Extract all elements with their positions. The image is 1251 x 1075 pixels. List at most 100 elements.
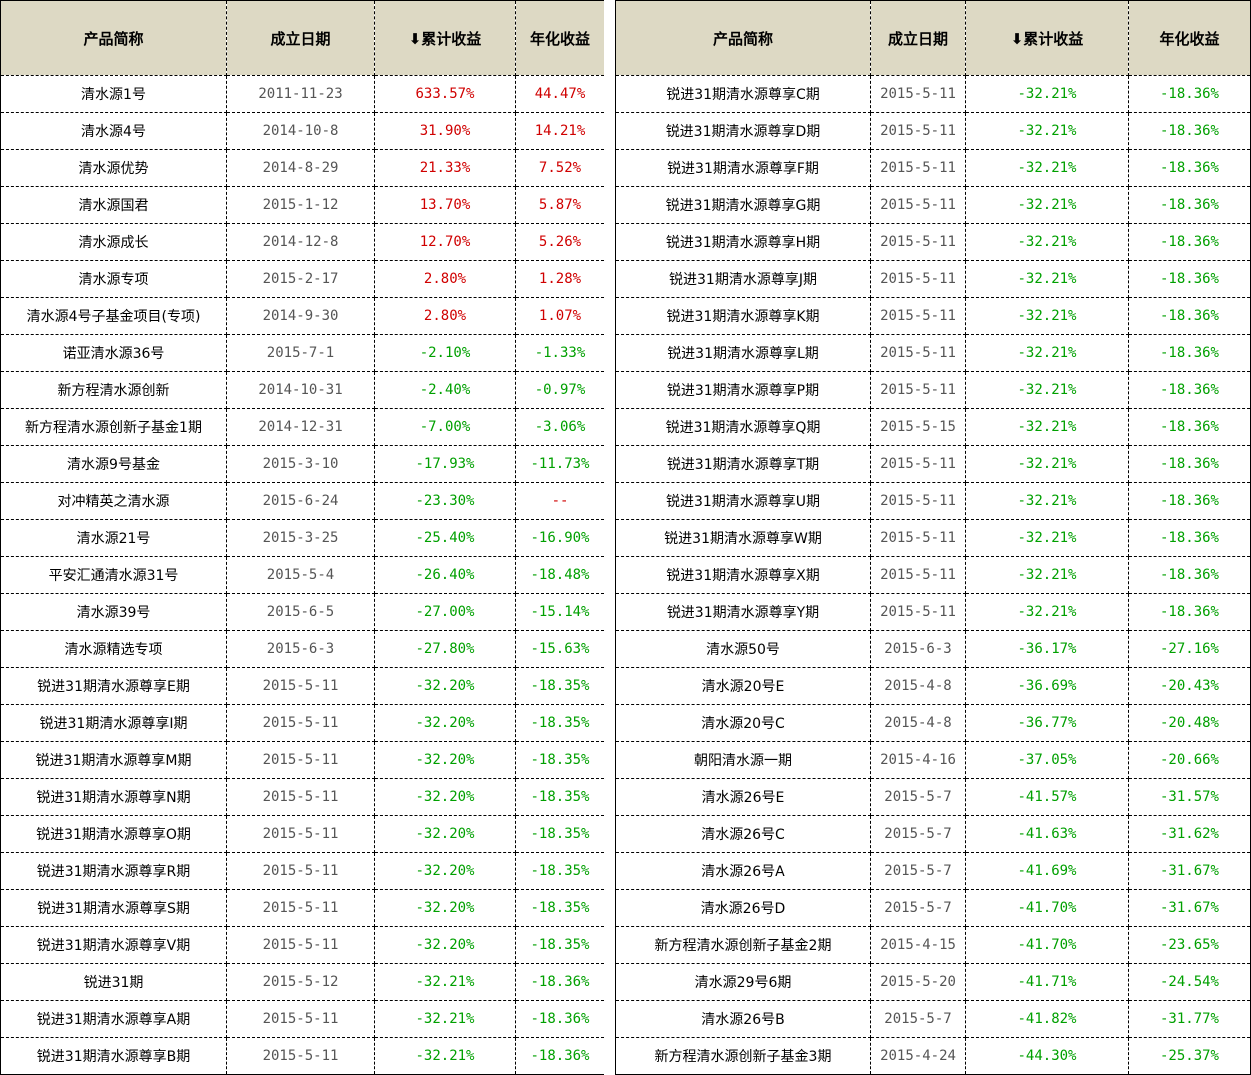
cumulative-return-cell[interactable]: -36.77% (965, 704, 1129, 742)
cumulative-return-cell[interactable]: -17.93% (374, 445, 516, 483)
table-row[interactable]: 锐进31期清水源尊享S期 2015-5-11 -32.20% -18.35% (0, 889, 605, 927)
start-date-cell[interactable]: 2015-5-11 (870, 593, 966, 631)
product-name-cell[interactable]: 清水源39号 (0, 593, 227, 631)
header-start-date[interactable]: 成立日期 (870, 0, 966, 76)
cumulative-return-cell[interactable]: -44.30% (965, 1037, 1129, 1075)
start-date-cell[interactable]: 2015-7-1 (226, 334, 375, 372)
annual-return-cell[interactable]: -31.62% (1128, 815, 1251, 853)
product-name-cell[interactable]: 清水源4号子基金项目(专项) (0, 297, 227, 335)
table-row[interactable]: 清水源26号E 2015-5-7 -41.57% -31.57% (615, 778, 1251, 816)
product-name-cell[interactable]: 锐进31期清水源尊享U期 (615, 482, 871, 520)
table-row[interactable]: 锐进31期 2015-5-12 -32.21% -18.36% (0, 963, 605, 1001)
start-date-cell[interactable]: 2015-5-11 (226, 815, 375, 853)
table-row[interactable]: 锐进31期清水源尊享A期 2015-5-11 -32.21% -18.36% (0, 1000, 605, 1038)
annual-return-cell[interactable]: -18.35% (515, 889, 605, 927)
start-date-cell[interactable]: 2015-5-7 (870, 778, 966, 816)
annual-return-cell[interactable]: -31.77% (1128, 1000, 1251, 1038)
product-name-cell[interactable]: 清水源成长 (0, 223, 227, 261)
product-name-cell[interactable]: 清水源26号B (615, 1000, 871, 1038)
start-date-cell[interactable]: 2014-12-31 (226, 408, 375, 446)
table-row[interactable]: 锐进31期清水源尊享X期 2015-5-11 -32.21% -18.36% (615, 556, 1251, 594)
start-date-cell[interactable]: 2015-5-11 (870, 445, 966, 483)
annual-return-cell[interactable]: -18.36% (1128, 556, 1251, 594)
start-date-cell[interactable]: 2015-5-11 (870, 186, 966, 224)
product-name-cell[interactable]: 清水源20号E (615, 667, 871, 705)
product-name-cell[interactable]: 锐进31期清水源尊享B期 (0, 1037, 227, 1075)
table-row[interactable]: 锐进31期清水源尊享O期 2015-5-11 -32.20% -18.35% (0, 815, 605, 853)
table-row[interactable]: 锐进31期清水源尊享G期 2015-5-11 -32.21% -18.36% (615, 186, 1251, 224)
product-name-cell[interactable]: 清水源26号E (615, 778, 871, 816)
annual-return-cell[interactable]: -25.37% (1128, 1037, 1251, 1075)
cumulative-return-cell[interactable]: -41.57% (965, 778, 1129, 816)
annual-return-cell[interactable]: -18.36% (515, 963, 605, 1001)
product-name-cell[interactable]: 锐进31期清水源尊享D期 (615, 112, 871, 150)
product-name-cell[interactable]: 锐进31期清水源尊享V期 (0, 926, 227, 964)
annual-return-cell[interactable]: -31.67% (1128, 889, 1251, 927)
table-row[interactable]: 清水源成长 2014-12-8 12.70% 5.26% (0, 223, 605, 261)
cumulative-return-cell[interactable]: -32.21% (965, 149, 1129, 187)
start-date-cell[interactable]: 2015-4-24 (870, 1037, 966, 1075)
annual-return-cell[interactable]: 14.21% (515, 112, 605, 150)
start-date-cell[interactable]: 2015-5-11 (226, 667, 375, 705)
table-row[interactable]: 诺亚清水源36号 2015-7-1 -2.10% -1.33% (0, 334, 605, 372)
annual-return-cell[interactable]: -31.67% (1128, 852, 1251, 890)
annual-return-cell[interactable]: 7.52% (515, 149, 605, 187)
cumulative-return-cell[interactable]: -32.21% (374, 1037, 516, 1075)
table-row[interactable]: 锐进31期清水源尊享J期 2015-5-11 -32.21% -18.36% (615, 260, 1251, 298)
product-name-cell[interactable]: 清水源9号基金 (0, 445, 227, 483)
table-row[interactable]: 锐进31期清水源尊享Q期 2015-5-15 -32.21% -18.36% (615, 408, 1251, 446)
annual-return-cell[interactable]: -3.06% (515, 408, 605, 446)
header-annual-return[interactable]: 年化收益 (1128, 0, 1251, 76)
table-row[interactable]: 锐进31期清水源尊享D期 2015-5-11 -32.21% -18.36% (615, 112, 1251, 150)
table-row[interactable]: 锐进31期清水源尊享U期 2015-5-11 -32.21% -18.36% (615, 482, 1251, 520)
cumulative-return-cell[interactable]: -32.20% (374, 926, 516, 964)
cumulative-return-cell[interactable]: 633.57% (374, 75, 516, 113)
annual-return-cell[interactable]: -24.54% (1128, 963, 1251, 1001)
product-name-cell[interactable]: 锐进31期清水源尊享X期 (615, 556, 871, 594)
table-row[interactable]: 新方程清水源创新子基金3期 2015-4-24 -44.30% -25.37% (615, 1037, 1251, 1075)
product-name-cell[interactable]: 锐进31期清水源尊享T期 (615, 445, 871, 483)
start-date-cell[interactable]: 2015-3-10 (226, 445, 375, 483)
table-row[interactable]: 清水源26号B 2015-5-7 -41.82% -31.77% (615, 1000, 1251, 1038)
table-row[interactable]: 清水源20号C 2015-4-8 -36.77% -20.48% (615, 704, 1251, 742)
product-name-cell[interactable]: 新方程清水源创新 (0, 371, 227, 409)
annual-return-cell[interactable]: -18.36% (1128, 75, 1251, 113)
cumulative-return-cell[interactable]: -2.10% (374, 334, 516, 372)
start-date-cell[interactable]: 2015-5-7 (870, 815, 966, 853)
annual-return-cell[interactable]: -18.35% (515, 741, 605, 779)
start-date-cell[interactable]: 2015-5-11 (870, 112, 966, 150)
table-row[interactable]: 清水源4号子基金项目(专项) 2014-9-30 2.80% 1.07% (0, 297, 605, 335)
annual-return-cell[interactable]: -- (515, 482, 605, 520)
product-name-cell[interactable]: 锐进31期清水源尊享S期 (0, 889, 227, 927)
cumulative-return-cell[interactable]: -41.63% (965, 815, 1129, 853)
annual-return-cell[interactable]: -18.35% (515, 926, 605, 964)
table-row[interactable]: 锐进31期清水源尊享K期 2015-5-11 -32.21% -18.36% (615, 297, 1251, 335)
start-date-cell[interactable]: 2015-5-11 (226, 926, 375, 964)
product-name-cell[interactable]: 锐进31期清水源尊享K期 (615, 297, 871, 335)
product-name-cell[interactable]: 对冲精英之清水源 (0, 482, 227, 520)
product-name-cell[interactable]: 锐进31期 (0, 963, 227, 1001)
annual-return-cell[interactable]: -18.36% (1128, 149, 1251, 187)
start-date-cell[interactable]: 2015-4-8 (870, 667, 966, 705)
annual-return-cell[interactable]: -15.14% (515, 593, 605, 631)
cumulative-return-cell[interactable]: -37.05% (965, 741, 1129, 779)
product-name-cell[interactable]: 清水源26号D (615, 889, 871, 927)
annual-return-cell[interactable]: -18.35% (515, 815, 605, 853)
table-row[interactable]: 清水源9号基金 2015-3-10 -17.93% -11.73% (0, 445, 605, 483)
product-name-cell[interactable]: 清水源50号 (615, 630, 871, 668)
table-row[interactable]: 锐进31期清水源尊享L期 2015-5-11 -32.21% -18.36% (615, 334, 1251, 372)
start-date-cell[interactable]: 2015-4-15 (870, 926, 966, 964)
cumulative-return-cell[interactable]: -32.21% (965, 371, 1129, 409)
table-row[interactable]: 锐进31期清水源尊享H期 2015-5-11 -32.21% -18.36% (615, 223, 1251, 261)
table-row[interactable]: 锐进31期清水源尊享F期 2015-5-11 -32.21% -18.36% (615, 149, 1251, 187)
table-row[interactable]: 锐进31期清水源尊享Y期 2015-5-11 -32.21% -18.36% (615, 593, 1251, 631)
table-row[interactable]: 锐进31期清水源尊享V期 2015-5-11 -32.20% -18.35% (0, 926, 605, 964)
start-date-cell[interactable]: 2015-5-11 (226, 889, 375, 927)
table-row[interactable]: 清水源4号 2014-10-8 31.90% 14.21% (0, 112, 605, 150)
start-date-cell[interactable]: 2015-5-11 (226, 778, 375, 816)
cumulative-return-cell[interactable]: -32.21% (965, 519, 1129, 557)
cumulative-return-cell[interactable]: -41.70% (965, 926, 1129, 964)
start-date-cell[interactable]: 2015-5-11 (870, 260, 966, 298)
product-name-cell[interactable]: 锐进31期清水源尊享C期 (615, 75, 871, 113)
table-row[interactable]: 锐进31期清水源尊享E期 2015-5-11 -32.20% -18.35% (0, 667, 605, 705)
